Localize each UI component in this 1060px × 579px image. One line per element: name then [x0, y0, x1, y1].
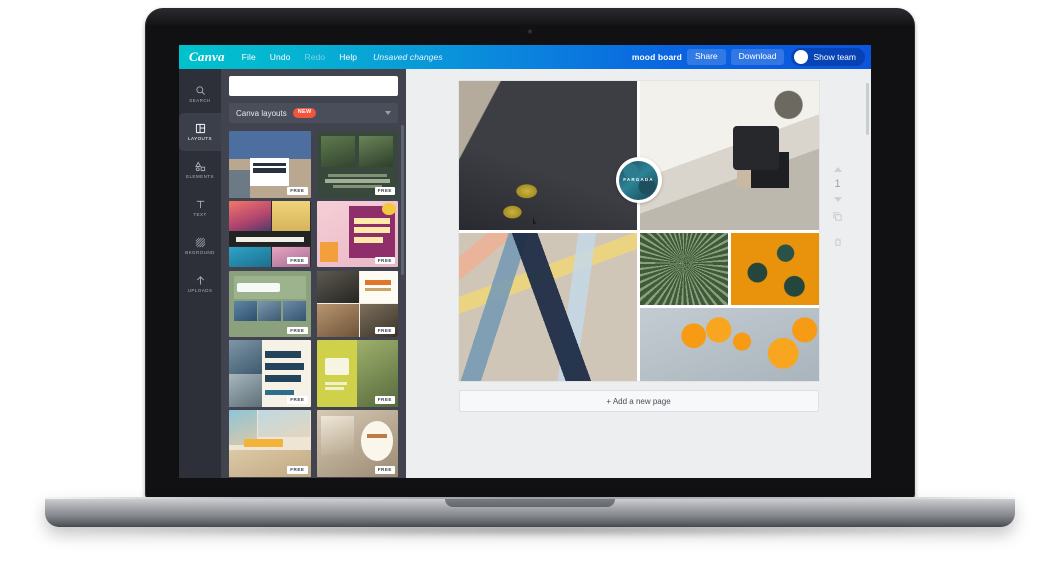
circular-logo-badge[interactable]: FARGADA: [615, 157, 662, 203]
chevron-down-icon: [385, 111, 391, 115]
show-team-label: Show team: [813, 52, 856, 62]
top-bar-right-group: mood board Share Download Show team: [632, 48, 871, 66]
sidebar-item-background[interactable]: BKGROUND: [179, 227, 221, 265]
sidebar-item-uploads[interactable]: UPLOADS: [179, 265, 221, 303]
share-button[interactable]: Share: [686, 49, 726, 65]
page-number: 1: [834, 178, 841, 190]
free-badge: FREE: [287, 326, 308, 335]
free-badge: FREE: [374, 326, 395, 335]
sidebar-label-search: SEARCH: [189, 97, 211, 103]
show-team-button[interactable]: Show team: [791, 48, 865, 66]
uploads-icon: [195, 275, 206, 286]
background-icon: [195, 237, 206, 248]
layout-thumb-happy-birthday-katelyn[interactable]: FREE: [229, 340, 311, 407]
menu-file[interactable]: File: [235, 45, 263, 69]
search-icon: [195, 85, 206, 96]
free-badge: FREE: [287, 466, 308, 474]
logo-badge-inner: FARGADA: [619, 160, 658, 200]
laptop-mockup-scene: Canva File Undo Redo Help Unsaved change…: [0, 0, 1060, 579]
layout-filter-label: Canva layouts: [236, 108, 287, 118]
sidebar-item-layouts[interactable]: LAYOUTS: [179, 113, 221, 151]
laptop-base: [45, 497, 1015, 527]
menu-redo[interactable]: Redo: [298, 45, 333, 69]
layout-thumb-grannys-recipes[interactable]: FREE: [316, 270, 398, 338]
sidebar-label-uploads: UPLOADS: [187, 287, 213, 293]
layout-thumb-nature-canyon[interactable]: FREE: [316, 131, 398, 198]
left-rail: SEARCH LAYOUTS ELEMENTS TEXT BKGROUND UP…: [179, 69, 221, 478]
layout-thumb-21st[interactable]: FREE: [316, 340, 398, 407]
layout-thumbnail-grid: FREE FREE FREE FREE FREE FREE FREE FREE …: [229, 131, 398, 478]
document-title[interactable]: mood board: [632, 52, 682, 62]
layout-thumb-color-project[interactable]: FREE: [229, 200, 311, 268]
logo-badge-text: FARGADA: [623, 176, 654, 182]
search-input[interactable]: [229, 76, 398, 96]
chevron-up-icon[interactable]: [833, 167, 842, 172]
design-canvas-page[interactable]: FARGADA: [458, 81, 819, 381]
elements-icon: [194, 161, 206, 172]
sidebar-label-elements: ELEMENTS: [186, 173, 214, 179]
bottom-right-group: [640, 232, 819, 381]
canva-app: Canva File Undo Redo Help Unsaved change…: [179, 45, 871, 478]
duplicate-page-icon[interactable]: [832, 209, 843, 227]
free-badge: FREE: [374, 466, 395, 474]
webcam-icon: [527, 29, 533, 34]
sidebar-label-text: TEXT: [193, 211, 207, 217]
canva-logo[interactable]: Canva: [179, 49, 235, 66]
layouts-panel: Canva layouts NEW FREE FREE FREE FREE FR…: [221, 69, 406, 478]
laptop-screen: Canva File Undo Redo Help Unsaved change…: [179, 45, 871, 478]
layout-thumb-script-card[interactable]: FREE: [316, 410, 398, 477]
layouts-icon: [195, 123, 206, 134]
laptop-base-notch: [445, 497, 615, 507]
new-badge: NEW: [292, 108, 317, 118]
photo-succulents-orange-bg[interactable]: [730, 232, 819, 306]
free-badge: FREE: [374, 256, 395, 265]
layout-thumb-beach[interactable]: FREE: [229, 410, 311, 477]
sidebar-label-layouts: LAYOUTS: [188, 135, 212, 141]
add-new-page-button[interactable]: + Add a new page: [458, 390, 819, 412]
layout-thumb-school-university[interactable]: FREE: [229, 131, 311, 198]
chevron-down-icon[interactable]: [833, 197, 842, 202]
sidebar-item-elements[interactable]: ELEMENTS: [179, 151, 221, 189]
save-status-label: Unsaved changes: [373, 52, 443, 62]
free-badge: FREE: [287, 256, 308, 265]
free-badge: FREE: [287, 396, 308, 404]
page-wrapper: FARGADA 1 + Add a new page: [458, 81, 842, 412]
layout-filter-dropdown[interactable]: Canva layouts NEW: [229, 103, 398, 123]
sidebar-label-background: BKGROUND: [185, 249, 215, 255]
menu-undo[interactable]: Undo: [263, 45, 298, 69]
sidebar-item-text[interactable]: TEXT: [179, 189, 221, 227]
photo-dark-utensils-lemons[interactable]: [458, 81, 637, 230]
menu-help[interactable]: Help: [332, 45, 364, 69]
workspace: FARGADA 1 + Add a new page: [406, 69, 871, 478]
free-badge: FREE: [374, 186, 395, 195]
layout-thumb-miss-you[interactable]: FREE: [229, 270, 311, 338]
top-bar: Canva File Undo Redo Help Unsaved change…: [179, 45, 871, 69]
page-controls: 1: [825, 167, 851, 252]
photo-coffee-mug-window[interactable]: [640, 81, 819, 230]
delete-page-icon[interactable]: [833, 234, 843, 252]
download-button[interactable]: Download: [730, 49, 785, 65]
layout-thumb-ice-cream-party[interactable]: FREE: [316, 200, 398, 268]
photo-green-agave-plant[interactable]: [640, 232, 728, 306]
photo-oranges-on-concrete[interactable]: [640, 308, 819, 381]
app-body: SEARCH LAYOUTS ELEMENTS TEXT BKGROUND UP…: [179, 69, 871, 478]
workspace-scrollbar[interactable]: [866, 83, 869, 135]
sidebar-item-search[interactable]: SEARCH: [179, 75, 221, 113]
free-badge: FREE: [374, 396, 395, 404]
user-avatar[interactable]: [794, 50, 809, 64]
text-icon: [195, 199, 206, 210]
bottom-right-top-row: [640, 232, 819, 306]
free-badge: FREE: [287, 186, 308, 195]
panel-scrollbar[interactable]: [401, 125, 404, 275]
laptop-lid: Canva File Undo Redo Help Unsaved change…: [145, 8, 915, 500]
photo-color-swatch-sticks[interactable]: [458, 232, 637, 381]
